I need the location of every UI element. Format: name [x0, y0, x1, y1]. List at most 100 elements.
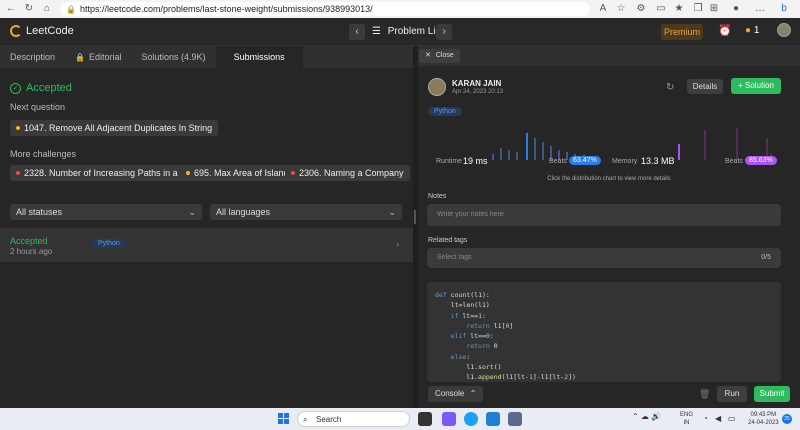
check-circle-icon: ✓ — [10, 82, 21, 94]
next-question-label: Next question — [10, 102, 66, 112]
list-icon: ☰ — [372, 26, 381, 37]
back-icon[interactable]: ← — [4, 3, 18, 14]
memory-label: Memory — [612, 158, 638, 165]
code-line: lt=len(l1) — [435, 301, 490, 310]
close-label: Close — [435, 52, 454, 59]
favorite-icon[interactable]: ☆ — [615, 3, 627, 15]
vscode-icon[interactable] — [486, 412, 500, 426]
runtime-beats-label: Beats — [549, 158, 567, 165]
submission-row[interactable]: Accepted 2 hours ago Python › — [0, 228, 413, 262]
challenge-chip[interactable]: 2328. Number of Increasing Paths in a Gr… — [10, 165, 204, 181]
taskbar-search[interactable]: ⌕ Search — [297, 411, 410, 427]
leetcode-logo[interactable]: LeetCode — [10, 25, 74, 37]
close-button[interactable]: ✕ Close — [419, 49, 460, 63]
distribution-chart[interactable] — [418, 124, 800, 160]
chevron-right-icon: › — [396, 239, 399, 249]
status-filter-select[interactable]: All statuses ⌄ — [10, 204, 202, 220]
challenge-text: 695. Max Area of Island — [194, 168, 289, 178]
user-avatar[interactable] — [777, 23, 791, 37]
next-problem-button[interactable]: › — [436, 24, 452, 40]
browser-avatar-icon[interactable]: ● — [730, 3, 742, 15]
tags-select[interactable]: Select tags 0/5 — [427, 248, 781, 268]
system-tray[interactable]: ⌃ ☁ 🔊 — [632, 412, 661, 421]
code-line: l1.append(l1[lt-1]-l1[lt-2]) — [435, 373, 576, 382]
read-aloud-icon[interactable]: A — [597, 3, 609, 15]
tags-label: Related tags — [428, 237, 468, 244]
author-avatar[interactable] — [428, 78, 446, 96]
more-icon[interactable]: … — [754, 3, 766, 15]
notes-input[interactable]: Write your notes here — [427, 204, 781, 226]
code-block: def count(l1): lt=len(l1) if lt==1: retu… — [435, 290, 576, 382]
submission-detail-panel: ✕ Close KARAN JAIN Apr 24, 2023 20:13 ↻ … — [418, 46, 800, 408]
browser-toolbar: ← ↻ ⌂ 🔒 https://leetcode.com/problems/la… — [0, 0, 800, 18]
challenge-text: 2306. Naming a Company — [299, 168, 404, 178]
next-question-text: 1047. Remove All Adjacent Duplicates In … — [24, 123, 213, 133]
code-line: if lt==1: — [450, 311, 486, 320]
submission-status: Accepted — [10, 236, 48, 246]
prev-problem-button[interactable]: ‹ — [349, 24, 365, 40]
streak-counter[interactable]: ● 1 — [745, 25, 759, 36]
result-status: ✓ Accepted — [10, 82, 72, 94]
chat-icon[interactable] — [442, 412, 456, 426]
task-view-icon[interactable] — [418, 412, 432, 426]
extensions-icon[interactable]: ⚙ — [635, 3, 647, 15]
refresh-icon[interactable]: ↻ — [22, 3, 36, 14]
console-bar: Console ⌃ 🗑 Run Submit — [418, 383, 800, 408]
detail-tab-bar: ✕ Close — [418, 46, 800, 66]
battery-icon[interactable]: ▭ — [728, 414, 736, 423]
memory-beats-label: Beats — [725, 158, 743, 165]
code-viewer[interactable]: def count(l1): lt=len(l1) if lt==1: retu… — [427, 282, 781, 382]
streak-count: 1 — [753, 25, 760, 36]
tab-submissions[interactable]: Submissions — [215, 46, 303, 68]
settings-icon[interactable] — [508, 412, 522, 426]
details-button[interactable]: Details — [687, 79, 723, 94]
code-line: def count(l1): — [435, 291, 490, 299]
left-panel: Description 🔒 Editorial Solutions (4.9K) … — [0, 46, 413, 408]
favorites-bar-icon[interactable]: ★ — [673, 3, 685, 15]
left-tab-bar: Description 🔒 Editorial Solutions (4.9K) … — [0, 46, 413, 68]
refresh-icon[interactable]: ↻ — [666, 82, 674, 93]
code-line: return l1[0] — [466, 321, 514, 330]
challenge-chip[interactable]: 695. Max Area of Island — [180, 165, 295, 181]
timer-icon[interactable]: ⏰ — [718, 24, 732, 37]
plus-icon: + — [738, 81, 743, 90]
lang-line1: ENG — [680, 412, 694, 418]
notification-badge[interactable]: 25 — [782, 414, 792, 424]
bing-icon[interactable]: b — [778, 3, 790, 15]
language-indicator[interactable]: ENG IN — [680, 411, 693, 427]
tab-label: Description — [10, 52, 56, 62]
address-bar[interactable]: 🔒 https://leetcode.com/problems/last-sto… — [60, 2, 590, 16]
difficulty-dot — [16, 171, 20, 175]
edge-icon[interactable] — [464, 412, 478, 426]
resize-grip[interactable] — [414, 210, 416, 224]
post-solution-button[interactable]: + Solution — [731, 78, 781, 94]
tab-editorial[interactable]: 🔒 Editorial — [65, 46, 131, 68]
tab-label: Submissions — [233, 52, 285, 62]
clock-time: 09:43 PM — [750, 412, 777, 418]
tab-description[interactable]: Description — [0, 46, 65, 68]
next-question-chip[interactable]: 1047. Remove All Adjacent Duplicates In … — [10, 120, 219, 136]
problem-list-button[interactable]: ☰ Problem List — [372, 26, 443, 37]
tab-solutions[interactable]: Solutions (4.9K) — [132, 46, 216, 68]
windows-start-icon[interactable] — [278, 413, 290, 425]
lock-icon: 🔒 — [66, 4, 76, 14]
profile-icon[interactable]: ⊞ — [708, 3, 720, 15]
console-button[interactable]: Console ⌃ — [428, 386, 484, 402]
language-filter-select[interactable]: All languages ⌄ — [210, 204, 402, 220]
app-header: LeetCode ‹ ☰ Problem List › Premium ⏰ ● … — [0, 18, 800, 46]
split-screen-icon[interactable]: ▭ — [655, 3, 667, 15]
result-status-text: Accepted — [26, 82, 72, 94]
collections-icon[interactable]: ❐ — [692, 3, 704, 15]
code-line: return 0 — [466, 342, 498, 351]
trash-icon[interactable]: 🗑 — [699, 389, 710, 400]
run-button[interactable]: Run — [717, 386, 747, 402]
submit-button[interactable]: Submit — [754, 386, 790, 402]
challenge-chip[interactable]: 2306. Naming a Company — [285, 165, 410, 181]
system-clock[interactable]: 09:43 PM 24-04-2023 — [748, 411, 779, 427]
volume-icon[interactable]: ◀ — [715, 414, 721, 423]
wifi-icon[interactable]: ◔ — [703, 414, 708, 423]
premium-button[interactable]: Premium — [661, 24, 703, 40]
lock-icon: 🔒 — [75, 53, 85, 62]
home-icon[interactable]: ⌂ — [40, 3, 54, 14]
author-name[interactable]: KARAN JAIN — [452, 79, 501, 88]
